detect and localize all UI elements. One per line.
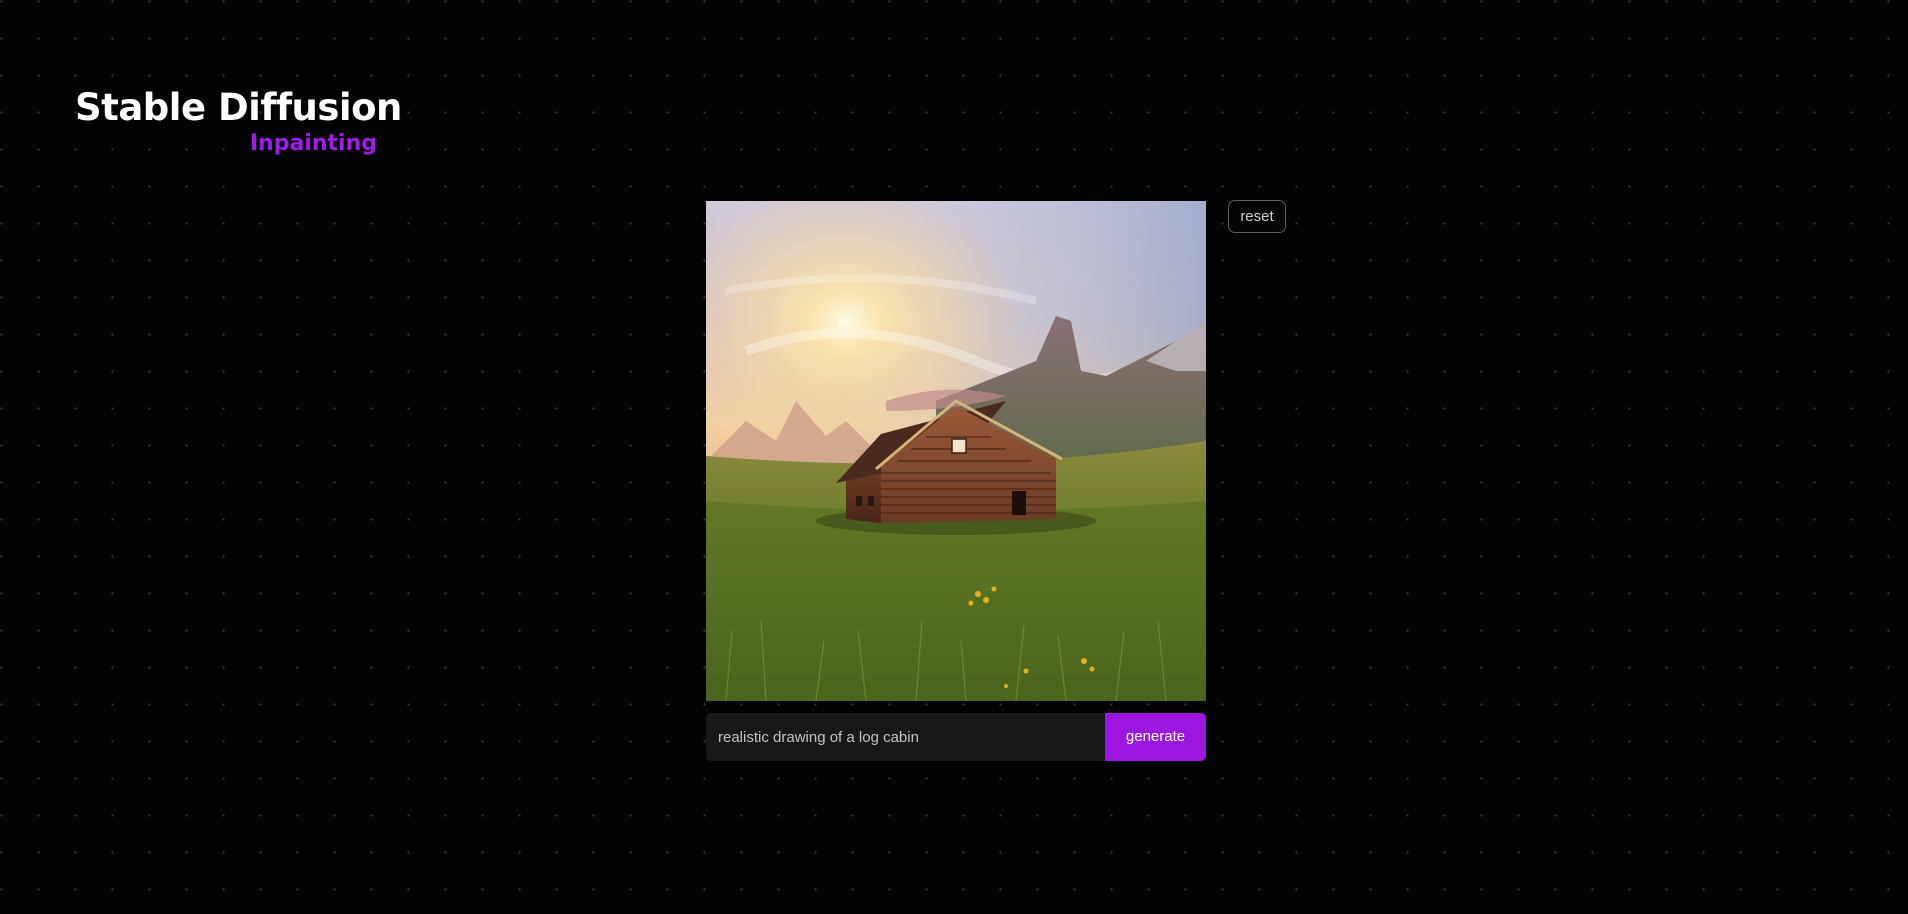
app-title: Stable Diffusion [75,86,402,129]
generated-image[interactable] [706,201,1206,701]
reset-button[interactable]: reset [1228,200,1286,233]
app-subtitle: Inpainting [249,131,377,156]
app-logo: Stable Diffusion Inpainting [75,84,402,158]
generate-button[interactable]: generate [1105,713,1206,761]
prompt-bar: generate [706,713,1206,761]
inpainting-canvas[interactable] [706,201,1206,701]
prompt-input[interactable] [706,713,1105,761]
